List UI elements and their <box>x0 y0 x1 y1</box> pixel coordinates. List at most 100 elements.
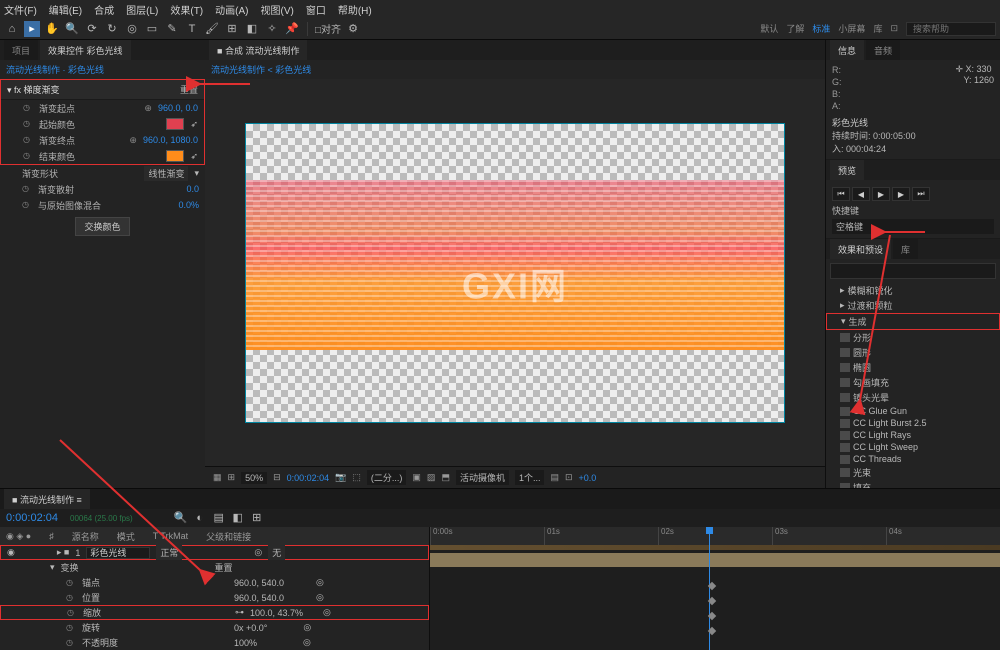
shortcut-dropdown[interactable]: 空格键 <box>832 219 994 234</box>
anchor-tool[interactable]: ◎ <box>124 21 140 37</box>
layer-blendmode[interactable]: 正常 <box>156 545 182 560</box>
menu-file[interactable]: 文件(F) <box>4 2 37 17</box>
menu-comp[interactable]: 合成 <box>94 2 114 17</box>
chevron-down-icon[interactable]: ▾ <box>194 168 199 179</box>
view-opts-icon[interactable]: ⊟ <box>273 472 281 483</box>
puppet-tool[interactable]: 📌 <box>284 21 300 37</box>
layer-duration-bar[interactable] <box>430 553 1000 567</box>
3d-icon[interactable]: ▤ <box>550 472 559 483</box>
val-rotation[interactable]: 0x +0.0° <box>234 623 267 633</box>
tab-info[interactable]: 信息 <box>830 40 864 60</box>
snap-opt-icon[interactable]: ⚙ <box>345 21 361 37</box>
menu-view[interactable]: 视图(V) <box>260 2 293 17</box>
tree-item[interactable]: CC Glue Gun <box>826 405 1000 417</box>
tree-item[interactable]: 填充 <box>826 480 1000 488</box>
rect-tool[interactable]: ▭ <box>144 21 160 37</box>
layer-parent[interactable]: 无 <box>268 545 285 560</box>
tab-composition[interactable]: ■ 合成 流动光线制作 <box>209 40 307 60</box>
prev-frame-button[interactable]: ◀ <box>852 187 870 201</box>
val-blend[interactable]: 0.0% <box>178 200 199 210</box>
ws-default[interactable]: 默认 <box>760 22 778 35</box>
stopwatch-icon[interactable]: ◷ <box>22 200 32 210</box>
transform-reset[interactable]: 重置 <box>215 561 233 574</box>
val-scale[interactable]: 100.0, 43.7% <box>250 608 303 618</box>
ws-learn[interactable]: 了解 <box>786 22 804 35</box>
swatch-start[interactable] <box>166 118 184 130</box>
view-layout-dropdown[interactable]: 1个... <box>515 470 545 485</box>
tab-preview[interactable]: 预览 <box>830 160 864 180</box>
stopwatch-icon[interactable]: ◷ <box>23 119 33 129</box>
eraser-tool[interactable]: ◧ <box>244 21 260 37</box>
play-button[interactable]: ▶ <box>872 187 890 201</box>
tab-effects-presets[interactable]: 效果和预设 <box>830 239 891 259</box>
tree-item[interactable]: 勾画填充 <box>826 375 1000 390</box>
menu-anim[interactable]: 动画(A) <box>215 2 248 17</box>
comp-crumb[interactable]: 流动光线制作 < 彩色光线 <box>205 60 825 79</box>
res-icon[interactable]: ⊞ <box>228 472 236 483</box>
text-tool[interactable]: T <box>184 21 200 37</box>
zoom-tool[interactable]: 🔍 <box>64 21 80 37</box>
clone-tool[interactable]: ⊞ <box>224 21 240 37</box>
tl-search-icon[interactable]: 🔍 <box>173 510 189 526</box>
tl-opt3-icon[interactable]: ◧ <box>230 510 246 526</box>
tree-item[interactable]: 分形 <box>826 330 1000 345</box>
tab-library[interactable]: 库 <box>893 239 918 259</box>
swatch-end[interactable] <box>166 150 184 162</box>
effects-tree[interactable]: ▸ 模糊和锐化 ▸ 过渡和颗粒 ▾ 生成 分形 圆形 椭圆 勾画填充 镜头光晕 … <box>826 283 1000 488</box>
tree-cat[interactable]: ▸ 模糊和锐化 <box>826 283 1000 298</box>
stopwatch-icon[interactable]: ◷ <box>22 184 32 194</box>
current-time[interactable]: 0:00:02:04 <box>0 509 64 527</box>
hdr-parent[interactable]: 父级和链接 <box>206 530 251 543</box>
ws-small[interactable]: 小屏幕 <box>838 22 865 35</box>
layer-name-input[interactable] <box>86 547 150 559</box>
exposure[interactable]: +0.0 <box>579 473 597 483</box>
stopwatch-icon[interactable]: ◷ <box>66 593 76 603</box>
val-ramp-shape[interactable]: 线性渐变 <box>144 166 188 181</box>
timeline-track-area[interactable]: 0:00s01s02s03s04s <box>430 527 1000 650</box>
stopwatch-icon[interactable]: ◷ <box>66 578 76 588</box>
tree-item[interactable]: 椭圆 <box>826 360 1000 375</box>
roi-icon[interactable]: ▣ <box>412 472 421 483</box>
val-ramp-start[interactable]: 960.0, 0.0 <box>158 103 198 113</box>
menu-edit[interactable]: 编辑(E) <box>49 2 82 17</box>
goto-start-button[interactable]: ⏮ <box>832 187 850 201</box>
stopwatch-icon[interactable]: ◷ <box>66 638 76 648</box>
transparency-icon[interactable]: ▨ <box>427 472 436 483</box>
tree-item[interactable]: CC Light Burst 2.5 <box>826 417 1000 429</box>
hand-tool[interactable]: ✋ <box>44 21 60 37</box>
menu-window[interactable]: 窗口 <box>306 2 326 17</box>
tree-item[interactable]: 圆形 <box>826 345 1000 360</box>
effect-name[interactable]: 梯度渐变 <box>24 85 60 95</box>
tree-item[interactable]: CC Threads <box>826 453 1000 465</box>
val-ramp-end[interactable]: 960.0, 1080.0 <box>143 135 198 145</box>
tree-cat[interactable]: ▸ 过渡和颗粒 <box>826 298 1000 313</box>
hdr-source[interactable]: 源名称 <box>72 530 99 543</box>
tab-timeline-comp[interactable]: ■ 流动光线制作 ≡ <box>4 489 90 509</box>
tree-item[interactable]: CC Light Rays <box>826 429 1000 441</box>
stopwatch-icon[interactable]: ◷ <box>67 608 77 618</box>
val-anchor[interactable]: 960.0, 540.0 <box>234 578 284 588</box>
val-scatter[interactable]: 0.0 <box>186 184 199 194</box>
brush-tool[interactable]: 🖌 <box>204 21 220 37</box>
tree-item[interactable]: CC Light Sweep <box>826 441 1000 453</box>
tree-item[interactable]: 光束 <box>826 465 1000 480</box>
tl-opt2-icon[interactable]: ▤ <box>211 510 227 526</box>
stopwatch-icon[interactable]: ◷ <box>23 135 33 145</box>
transform-group[interactable]: 变换 <box>61 561 79 574</box>
time-ruler[interactable]: 0:00s01s02s03s04s <box>430 527 1000 545</box>
help-search[interactable] <box>906 22 996 36</box>
pin-icon[interactable]: ⊡ <box>890 23 898 34</box>
stopwatch-icon[interactable]: ◷ <box>66 623 76 633</box>
ws-standard[interactable]: 标准 <box>812 22 830 35</box>
channel-icon[interactable]: ⬚ <box>352 472 361 483</box>
tab-audio[interactable]: 音频 <box>866 40 900 60</box>
next-frame-button[interactable]: ▶ <box>892 187 910 201</box>
val-position[interactable]: 960.0, 540.0 <box>234 593 284 603</box>
pen-tool[interactable]: ✎ <box>164 21 180 37</box>
home-tool[interactable]: ⌂ <box>4 21 20 37</box>
val-opacity[interactable]: 100% <box>234 638 257 648</box>
stopwatch-icon[interactable]: ◷ <box>23 151 33 161</box>
preview-time[interactable]: 0:00:02:04 <box>287 473 330 483</box>
tl-opt1-icon[interactable]: ◐ <box>192 510 208 526</box>
effects-search[interactable] <box>830 263 996 279</box>
